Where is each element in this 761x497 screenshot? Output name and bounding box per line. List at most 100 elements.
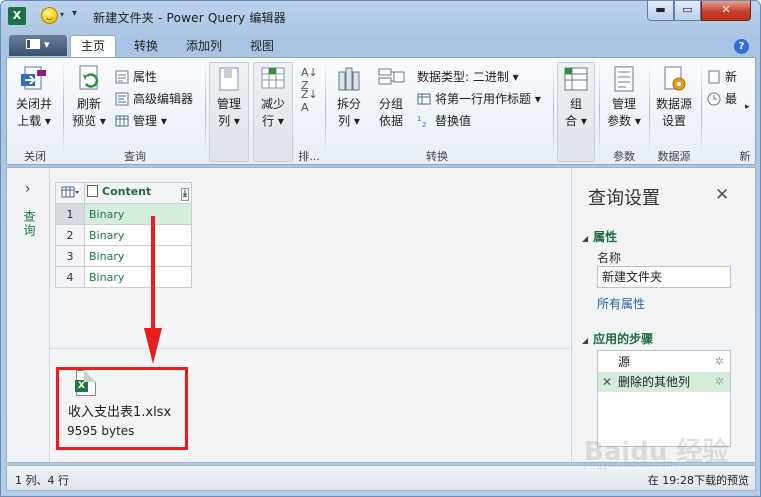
close-window-button[interactable]: ✕ <box>701 1 751 21</box>
group-by-button[interactable]: 分组 依据 <box>371 64 411 130</box>
combine-icon <box>561 64 591 94</box>
smiley-feedback-icon[interactable] <box>41 7 58 24</box>
properties-icon <box>115 70 129 84</box>
ribbon-separator <box>599 62 600 158</box>
group-by-icon <box>376 64 406 94</box>
excel-app-icon[interactable]: X <box>8 7 26 25</box>
reduce-rows-icon <box>258 64 288 94</box>
group-label-transform: 转换 <box>426 150 448 163</box>
queries-pane-label: 查询 <box>22 210 36 238</box>
query-manage-button[interactable]: 管理 ▾ <box>115 112 167 129</box>
annotation-arrow <box>144 216 162 364</box>
tab-home[interactable]: 主页 <box>70 35 116 58</box>
step-settings-gear-icon[interactable]: ✲ <box>715 352 724 372</box>
ribbon-separator <box>63 62 64 158</box>
reduce-rows-button[interactable]: 减少 行 ▾ <box>253 64 293 130</box>
ribbon-tab-row: ▾ 主页 转换 添加列 视图 ? <box>6 33 756 58</box>
file-size: 9595 bytes <box>67 424 135 438</box>
window-frame: X ▾ ▾ 新建文件夹 - Power Query 编辑器 ▬ ▭ ✕ ▾ 主页… <box>0 0 761 497</box>
window-title: 新建文件夹 - Power Query 编辑器 <box>93 11 286 25</box>
file-menu-button[interactable]: ▾ <box>9 35 67 56</box>
queries-pane-collapsed[interactable]: › 查询 <box>7 168 50 462</box>
smiley-dropdown-icon[interactable]: ▾ <box>60 10 64 19</box>
collapse-triangle-icon: ◢ <box>582 336 589 345</box>
advanced-editor-icon <box>115 92 129 106</box>
data-source-settings-icon <box>659 64 689 94</box>
group-label-close: 关闭 <box>24 150 46 163</box>
name-label: 名称 <box>597 251 622 265</box>
table-header-icon <box>417 92 431 106</box>
applied-step[interactable]: ✕ 删除的其他列 ✲ <box>598 372 730 392</box>
group-label-params: 参数 <box>613 150 635 163</box>
use-first-row-as-headers-button[interactable]: 将第一行用作标题 ▾ <box>417 90 541 107</box>
recent-sources-icon <box>707 92 721 106</box>
sort-descending-button[interactable]: Z↓ A <box>301 88 318 114</box>
delete-step-icon[interactable]: ✕ <box>602 372 612 392</box>
ribbon-separator <box>701 62 702 158</box>
collapse-triangle-icon: ◢ <box>582 234 589 243</box>
ribbon-separator <box>649 62 650 158</box>
group-label-sort: 排... <box>298 150 320 163</box>
close-load-icon <box>19 64 49 94</box>
expand-queries-chevron-icon[interactable]: › <box>25 181 31 197</box>
split-column-icon <box>334 64 364 94</box>
excel-file-icon: X <box>75 370 96 396</box>
ribbon-separator <box>205 62 206 158</box>
editor-content: › 查询 Content ⤓ 1 Binary 2 Binary 3 Binar… <box>6 167 756 463</box>
data-type-dropdown[interactable]: 数据类型: 二进制 ▾ <box>417 68 519 85</box>
ribbon-separator <box>325 62 326 158</box>
data-preview-pane: Content ⤓ 1 Binary 2 Binary 3 Binary 4 B… <box>50 168 570 462</box>
manage-parameters-button[interactable]: 管理 参数 ▾ <box>603 64 645 130</box>
parameters-icon <box>609 64 639 94</box>
ribbon-separator <box>553 62 554 158</box>
close-load-line2: 上载 ▾ <box>17 114 51 128</box>
svg-text:2: 2 <box>422 121 426 128</box>
close-query-settings-icon[interactable]: ✕ <box>715 185 729 205</box>
tab-add-column[interactable]: 添加列 <box>178 36 230 57</box>
query-name-input[interactable]: 新建文件夹 <box>597 266 731 288</box>
properties-section-header[interactable]: ◢ 属性 <box>582 228 617 245</box>
combine-button[interactable]: 组 合 ▾ <box>557 64 595 130</box>
file-name: 收入支出表1.xlsx <box>68 405 172 420</box>
group-label-query: 查询 <box>124 150 146 163</box>
query-settings-pane: 查询设置 ✕ ◢ 属性 名称 新建文件夹 所有属性 ◢ 应用的步骤 源 ✲ ✕ 删除… <box>571 168 755 462</box>
maximize-button[interactable]: ▭ <box>674 1 701 21</box>
applied-steps-section-header[interactable]: ◢ 应用的步骤 <box>582 330 653 347</box>
file-menu-icon <box>26 39 41 49</box>
properties-button[interactable]: 属性 <box>115 68 157 85</box>
split-column-button[interactable]: 拆分 列 ▾ <box>329 64 369 130</box>
advanced-editor-button[interactable]: 高级编辑器 <box>115 90 193 107</box>
close-and-load-button[interactable]: 关闭并 上载 ▾ <box>13 64 55 130</box>
tab-transform[interactable]: 转换 <box>126 36 166 57</box>
tab-view[interactable]: 视图 <box>242 36 282 57</box>
preview-download-time: 在 19:28下载的预览 <box>647 474 749 487</box>
svg-text:1: 1 <box>417 115 421 123</box>
query-settings-title: 查询设置 <box>588 188 660 209</box>
replace-values-button[interactable]: 1 2 替换值 <box>417 112 471 129</box>
refresh-preview-button[interactable]: 刷新 预览 ▾ <box>67 64 111 130</box>
quick-access-dropdown-icon[interactable]: ▾ <box>72 8 77 19</box>
recent-sources-button[interactable]: 最 <box>707 90 737 107</box>
refresh-icon <box>74 64 104 94</box>
title-bar: X ▾ ▾ 新建文件夹 - Power Query 编辑器 ▬ ▭ ✕ <box>1 1 760 31</box>
close-load-line1: 关闭并 <box>15 97 52 111</box>
data-source-settings-button[interactable]: 数据源 设置 <box>651 64 697 130</box>
group-label-new: 新 <box>739 150 751 163</box>
applied-step[interactable]: 源 ✲ <box>598 352 730 372</box>
ribbon-home: 关闭并 上载 ▾ 关闭 刷新 预览 ▾ 属性 高级编辑器 管理 ▾ 查询 管理 … <box>6 57 756 165</box>
new-source-button[interactable]: 新 <box>707 68 737 85</box>
ribbon-scroll-right-icon[interactable]: ▸ <box>745 102 750 112</box>
minimize-button[interactable]: ▬ <box>647 1 674 21</box>
help-icon[interactable]: ? <box>734 39 749 54</box>
all-properties-link[interactable]: 所有属性 <box>597 295 645 312</box>
step-settings-gear-icon[interactable]: ✲ <box>715 372 724 392</box>
manage-table-icon <box>115 114 129 128</box>
manage-columns-icon <box>214 64 244 94</box>
manage-columns-button[interactable]: 管理 列 ▾ <box>209 64 249 130</box>
row-column-count: 1 列、4 行 <box>15 474 69 487</box>
refresh-line2: 预览 ▾ <box>72 114 106 128</box>
refresh-line1: 刷新 <box>76 97 101 111</box>
baidu-watermark-url: jingyan.baidu.com <box>584 459 677 470</box>
new-source-icon <box>707 70 721 84</box>
group-label-datasource: 数据源 <box>657 150 691 163</box>
